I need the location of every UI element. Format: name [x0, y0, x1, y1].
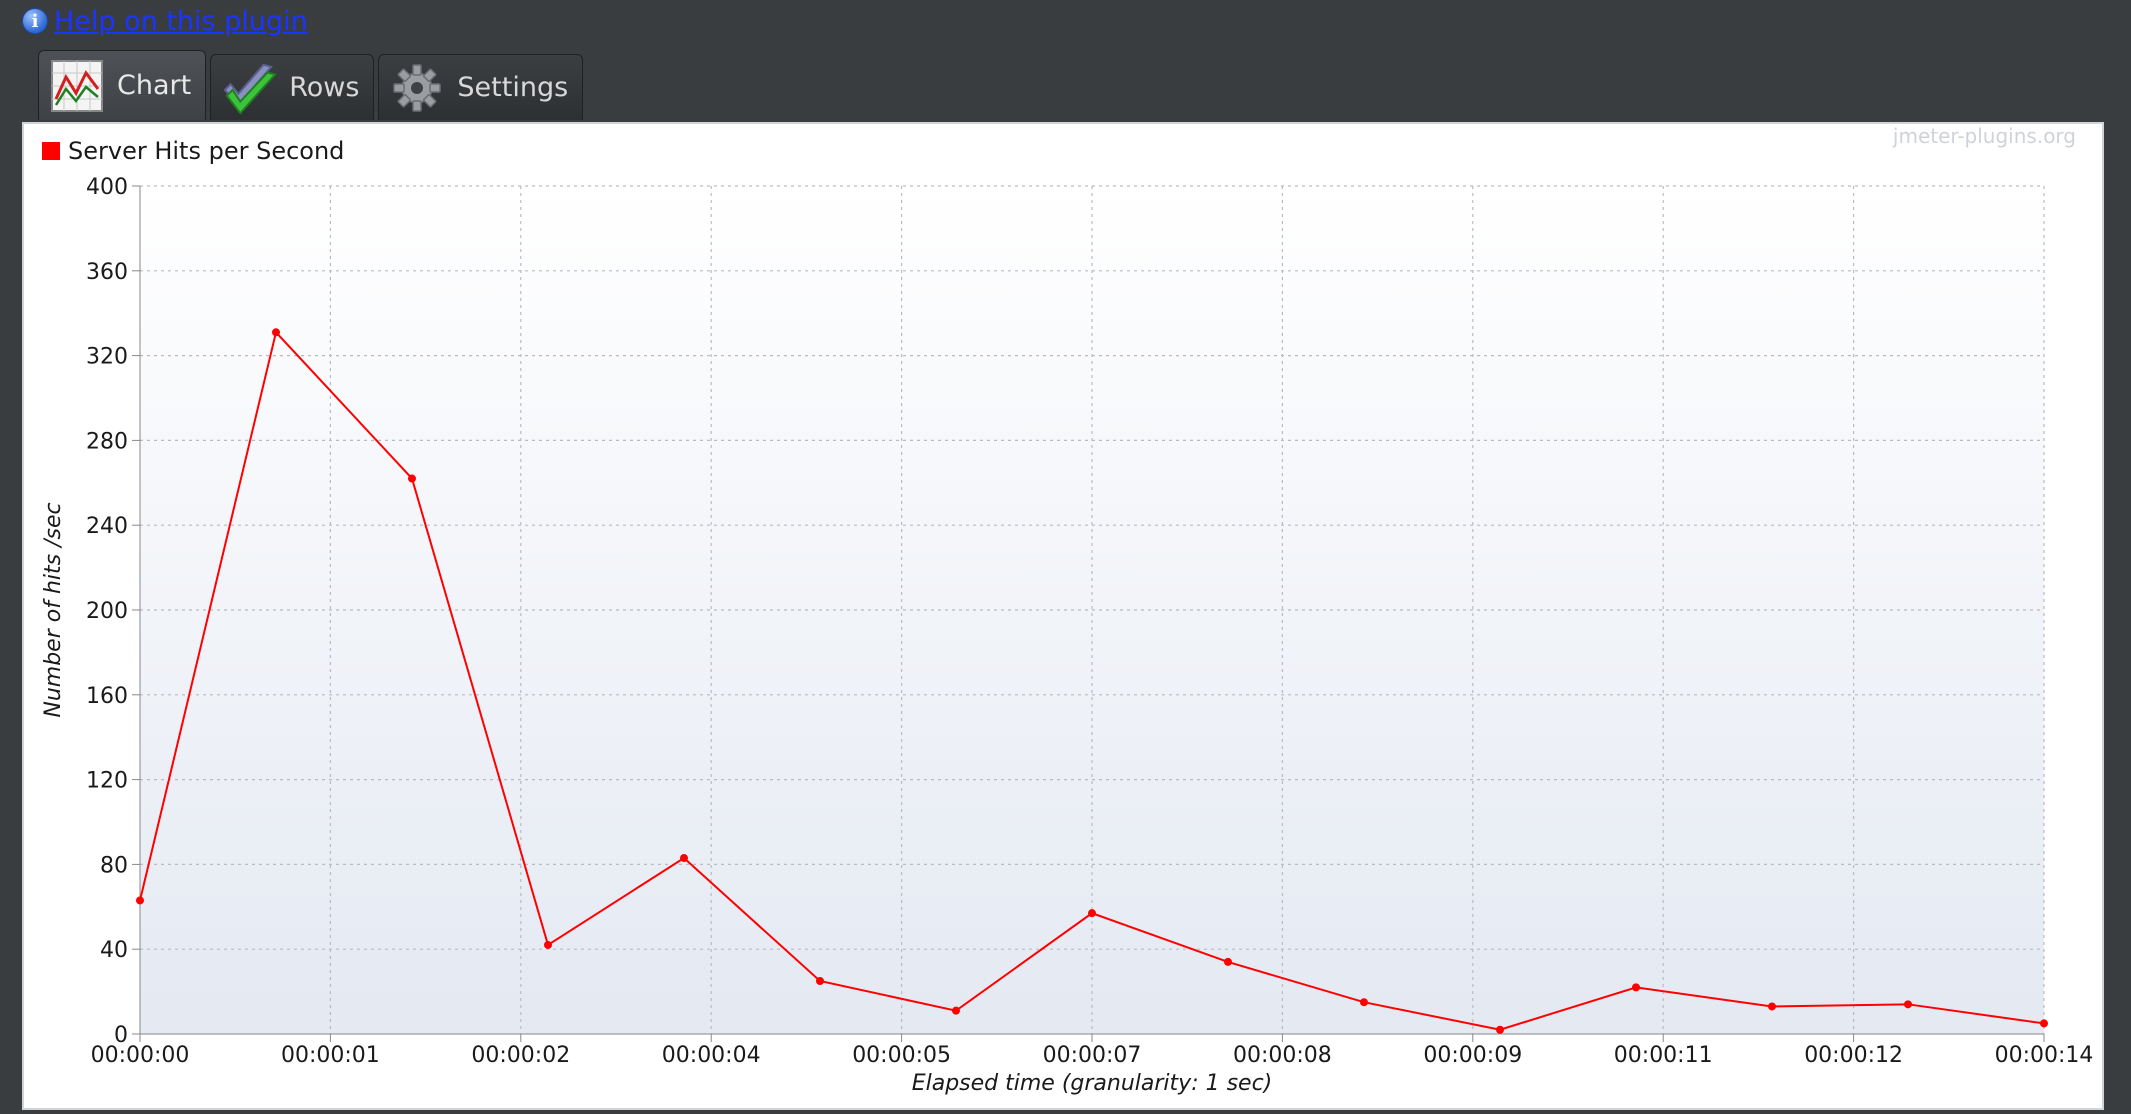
x-tick-label: 00:00:04: [662, 1043, 761, 1068]
x-tick-label: 00:00:01: [281, 1043, 380, 1068]
line-chart-icon: [49, 58, 105, 114]
data-point: [1088, 909, 1096, 918]
data-point: [816, 977, 824, 985]
data-point: [1360, 998, 1368, 1007]
tab-settings[interactable]: Settings: [378, 54, 584, 120]
y-tick-label: 280: [86, 429, 128, 454]
x-tick-label: 00:00:00: [91, 1043, 190, 1068]
tab-bar: Chart Rows Settings: [38, 50, 584, 120]
tab-chart-label: Chart: [117, 70, 192, 101]
data-point: [1496, 1025, 1504, 1034]
y-tick-label: 40: [100, 938, 128, 963]
x-tick-label: 00:00:08: [1233, 1043, 1332, 1068]
help-row: i Help on this plugin: [22, 4, 308, 38]
checkmark-icon: [221, 60, 278, 116]
data-point: [1632, 983, 1640, 992]
x-tick-label: 00:00:05: [852, 1043, 951, 1068]
x-tick-label: 00:00:14: [1995, 1043, 2094, 1068]
tab-settings-label: Settings: [457, 72, 569, 103]
chart: 04080120160200240280320360400 00:00:00 00…: [41, 137, 2094, 1096]
tab-rows-label: Rows: [289, 72, 360, 103]
y-tick-label: 120: [86, 769, 128, 794]
data-point: [1768, 1002, 1776, 1011]
data-point: [2040, 1019, 2048, 1028]
y-tick-label: 360: [86, 260, 128, 285]
x-tick-label: 00:00:11: [1614, 1043, 1713, 1068]
y-tick-label: 320: [86, 345, 128, 370]
tab-rows[interactable]: Rows: [210, 54, 375, 120]
data-point: [952, 1006, 960, 1015]
tab-chart[interactable]: Chart: [38, 50, 207, 120]
help-link[interactable]: Help on this plugin: [54, 6, 308, 37]
legend-swatch: [42, 142, 60, 160]
data-point: [680, 854, 688, 863]
data-point: [544, 940, 552, 949]
y-tick-label: 200: [86, 599, 128, 624]
y-tick-label: 80: [100, 853, 128, 878]
x-tick-label: 00:00:07: [1043, 1043, 1142, 1068]
x-tick-label: 00:00:02: [471, 1043, 570, 1068]
data-point: [408, 474, 416, 483]
x-axis-title: Elapsed time (granularity: 1 sec): [912, 1071, 1273, 1096]
chart-panel: jmeter-plugins.org 0 40 80 120 160 200 240 280 3…: [22, 122, 2104, 1110]
y-tick-label: 400: [86, 175, 128, 200]
gear-icon: [389, 60, 445, 116]
y-axis-title: Number of hits /sec: [41, 502, 66, 717]
data-point: [1904, 1000, 1912, 1009]
x-tick-label: 00:00:09: [1423, 1043, 1522, 1068]
data-point: [272, 328, 280, 337]
y-tick-label: 160: [86, 684, 128, 709]
legend-label: Server Hits per Second: [68, 137, 344, 165]
info-icon: i: [22, 8, 48, 34]
data-point: [1224, 957, 1232, 966]
data-point: [136, 896, 144, 905]
y-tick-label: 240: [86, 514, 128, 539]
x-tick-label: 00:00:12: [1804, 1043, 1903, 1068]
